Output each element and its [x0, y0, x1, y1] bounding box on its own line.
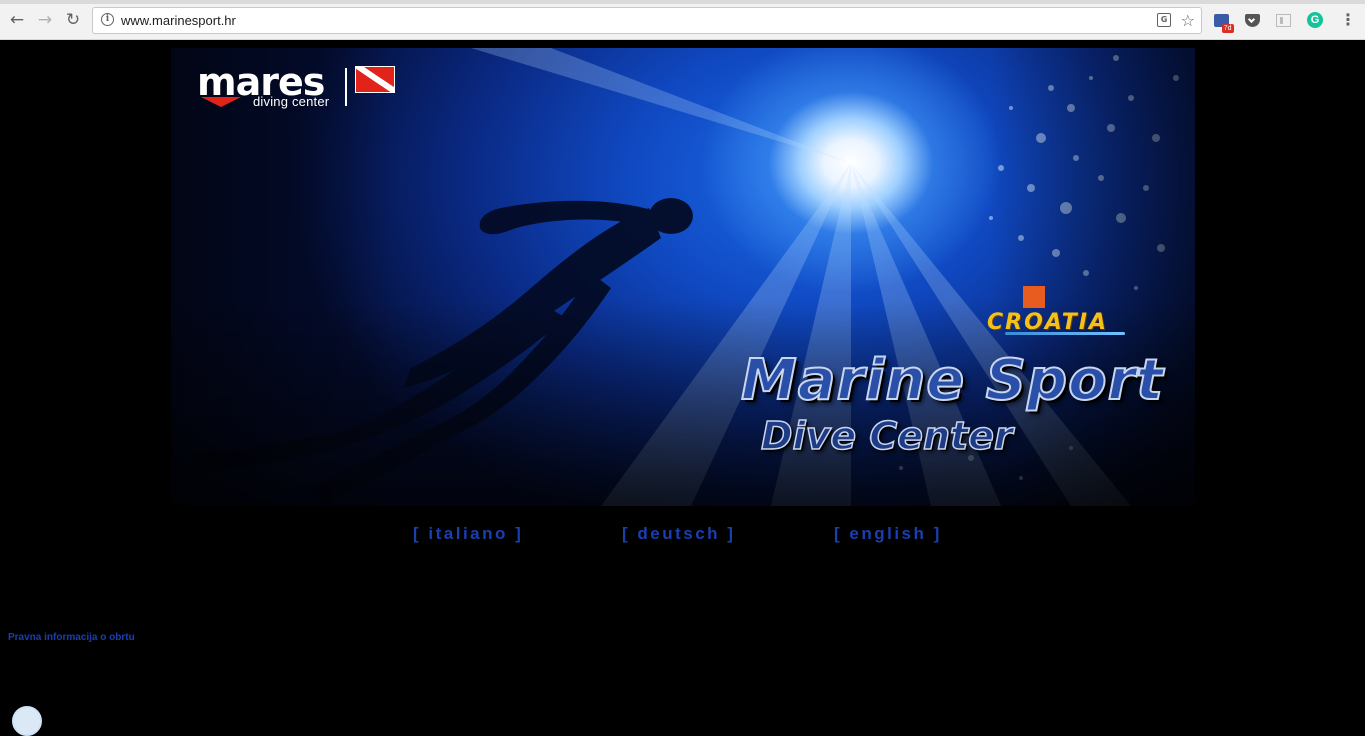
forward-button[interactable]: → — [33, 8, 57, 32]
browser-toolbar: ← → ↻ i www.marinesport.hr G ☆ 7d G ⋮ — [0, 0, 1365, 40]
grammarly-extension-icon[interactable]: G — [1306, 11, 1324, 29]
dive-flag-icon — [355, 66, 395, 93]
croatia-swoosh — [1005, 332, 1125, 335]
mares-subtitle: diving center — [253, 94, 330, 109]
language-link-english[interactable]: [ english ] — [834, 524, 942, 544]
mares-red-chevron — [201, 97, 241, 107]
back-button[interactable]: ← — [5, 8, 29, 32]
croatia-logo: CROATIA — [987, 286, 1132, 338]
page-content: mares diving center CROATIA Marine Sport… — [0, 40, 1365, 736]
pocket-extension-icon[interactable] — [1243, 11, 1261, 29]
bookmark-star-icon[interactable]: ☆ — [1181, 11, 1195, 30]
site-subtitle: Dive Center — [760, 413, 1013, 459]
site-title: Marine Sport — [740, 347, 1164, 414]
translate-icon[interactable]: G — [1157, 13, 1171, 27]
extension-badge: 7d — [1221, 23, 1234, 33]
reader-extension-icon[interactable] — [1274, 11, 1292, 29]
corner-widget-icon[interactable] — [12, 706, 42, 736]
croatia-square-icon — [1023, 286, 1045, 308]
address-bar[interactable]: i www.marinesport.hr G ☆ — [92, 7, 1202, 34]
language-link-italiano[interactable]: [ italiano ] — [413, 524, 523, 544]
logo-divider — [345, 68, 347, 106]
info-icon[interactable]: i — [101, 13, 114, 26]
reload-button[interactable]: ↻ — [61, 8, 85, 32]
hero-banner: mares diving center CROATIA Marine Sport… — [171, 48, 1195, 506]
tab-strip — [0, 0, 1365, 4]
legal-info-link[interactable]: Pravna informacija o obrtu — [8, 632, 135, 643]
calendar-extension-icon[interactable]: 7d — [1212, 11, 1234, 33]
language-link-deutsch[interactable]: [ deutsch ] — [622, 524, 735, 544]
mares-logo: mares diving center — [197, 62, 407, 114]
language-selector: [ italiano ] [ deutsch ] [ english ] — [0, 524, 1365, 548]
url-text[interactable]: www.marinesport.hr — [121, 13, 236, 28]
banner-vignette — [171, 48, 1195, 506]
browser-menu-icon[interactable]: ⋮ — [1340, 10, 1356, 30]
